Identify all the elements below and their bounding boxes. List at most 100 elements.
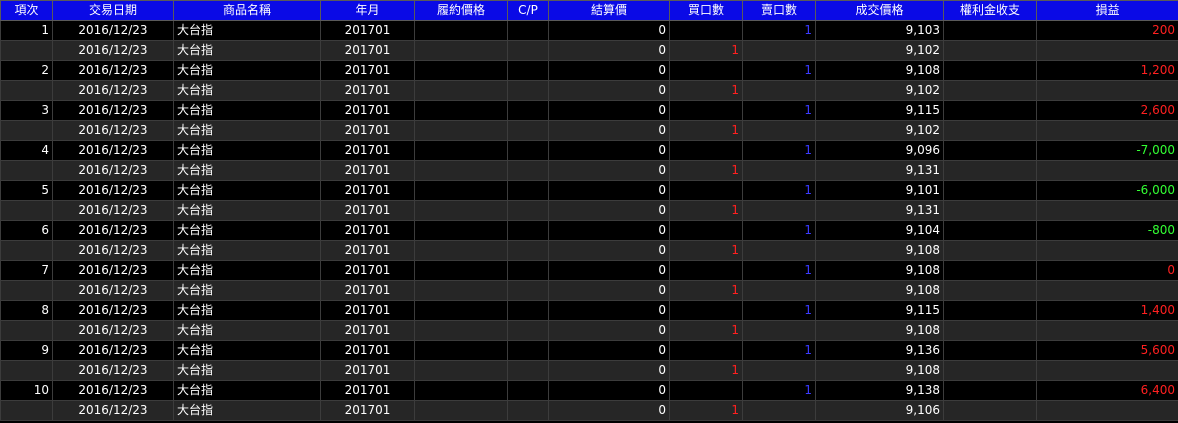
cell-trade-price: 9,096 <box>815 140 944 161</box>
cell-strike-price <box>414 280 508 301</box>
cell-product-name: 大台指 <box>173 20 321 41</box>
cell-call-put <box>507 60 549 81</box>
cell-trade-price: 9,108 <box>815 60 944 81</box>
cell-sell-qty: 1 <box>742 60 816 81</box>
column-header-strike-price[interactable]: 履約價格 <box>414 0 508 21</box>
cell-profit-loss <box>1036 40 1178 61</box>
table-row[interactable]: 1 2016/12/23 大台指 201701 0 1 9,103 200 <box>0 20 1178 41</box>
cell-sell-qty <box>742 200 816 221</box>
cell-premium <box>943 200 1037 221</box>
cell-buy-qty: 1 <box>669 40 743 61</box>
cell-trade-price: 9,108 <box>815 240 944 261</box>
cell-sell-qty: 1 <box>742 140 816 161</box>
cell-settlement-price: 0 <box>548 80 670 101</box>
table-row[interactable]: 2016/12/23 大台指 201701 0 1 9,108 <box>0 240 1178 261</box>
cell-product-name: 大台指 <box>173 320 321 341</box>
table-row[interactable]: 6 2016/12/23 大台指 201701 0 1 9,104 -800 <box>0 220 1178 241</box>
cell-call-put <box>507 240 549 261</box>
column-header-trade-price[interactable]: 成交價格 <box>815 0 944 21</box>
cell-product-name: 大台指 <box>173 80 321 101</box>
cell-premium <box>943 280 1037 301</box>
cell-settlement-price: 0 <box>548 280 670 301</box>
table-row[interactable]: 2016/12/23 大台指 201701 0 1 9,102 <box>0 120 1178 141</box>
cell-contract-month: 201701 <box>320 40 415 61</box>
cell-trade-date: 2016/12/23 <box>52 240 174 261</box>
column-header-index[interactable]: 項次 <box>0 0 53 21</box>
cell-profit-loss: 2,600 <box>1036 100 1178 121</box>
cell-profit-loss: -6,000 <box>1036 180 1178 201</box>
cell-trade-price: 9,102 <box>815 120 944 141</box>
cell-trade-date: 2016/12/23 <box>52 380 174 401</box>
cell-index <box>0 160 53 181</box>
cell-product-name: 大台指 <box>173 160 321 181</box>
cell-strike-price <box>414 80 508 101</box>
column-header-buy-qty[interactable]: 買口數 <box>669 0 743 21</box>
cell-profit-loss <box>1036 80 1178 101</box>
cell-profit-loss <box>1036 360 1178 381</box>
cell-strike-price <box>414 120 508 141</box>
table-row[interactable]: 7 2016/12/23 大台指 201701 0 1 9,108 0 <box>0 260 1178 281</box>
cell-trade-price: 9,101 <box>815 180 944 201</box>
cell-profit-loss: 1,400 <box>1036 300 1178 321</box>
column-header-sell-qty[interactable]: 賣口數 <box>742 0 816 21</box>
cell-trade-price: 9,102 <box>815 40 944 61</box>
cell-trade-price: 9,103 <box>815 20 944 41</box>
cell-strike-price <box>414 260 508 281</box>
table-row[interactable]: 8 2016/12/23 大台指 201701 0 1 9,115 1,400 <box>0 300 1178 321</box>
cell-contract-month: 201701 <box>320 260 415 281</box>
cell-index: 3 <box>0 100 53 121</box>
table-row[interactable]: 2016/12/23 大台指 201701 0 1 9,102 <box>0 40 1178 61</box>
cell-settlement-price: 0 <box>548 380 670 401</box>
cell-index: 4 <box>0 140 53 161</box>
column-header-contract-month[interactable]: 年月 <box>320 0 415 21</box>
cell-strike-price <box>414 160 508 181</box>
cell-trade-date: 2016/12/23 <box>52 180 174 201</box>
cell-trade-price: 9,136 <box>815 340 944 361</box>
cell-contract-month: 201701 <box>320 60 415 81</box>
cell-sell-qty: 1 <box>742 340 816 361</box>
column-header-profit-loss[interactable]: 損益 <box>1036 0 1178 21</box>
table-row[interactable]: 2 2016/12/23 大台指 201701 0 1 9,108 1,200 <box>0 60 1178 81</box>
cell-index <box>0 320 53 341</box>
cell-premium <box>943 180 1037 201</box>
cell-sell-qty <box>742 160 816 181</box>
cell-profit-loss <box>1036 240 1178 261</box>
cell-premium <box>943 300 1037 321</box>
cell-strike-price <box>414 400 508 421</box>
column-header-settlement-price[interactable]: 結算價 <box>548 0 670 21</box>
cell-call-put <box>507 200 549 221</box>
table-row[interactable]: 2016/12/23 大台指 201701 0 1 9,131 <box>0 200 1178 221</box>
table-row[interactable]: 2016/12/23 大台指 201701 0 1 9,131 <box>0 160 1178 181</box>
cell-product-name: 大台指 <box>173 200 321 221</box>
table-row[interactable]: 2016/12/23 大台指 201701 0 1 9,106 <box>0 400 1178 421</box>
table-row[interactable]: 3 2016/12/23 大台指 201701 0 1 9,115 2,600 <box>0 100 1178 121</box>
table-row[interactable]: 2016/12/23 大台指 201701 0 1 9,108 <box>0 280 1178 301</box>
table-row[interactable]: 2016/12/23 大台指 201701 0 1 9,102 <box>0 80 1178 101</box>
cell-trade-date: 2016/12/23 <box>52 100 174 121</box>
cell-strike-price <box>414 220 508 241</box>
column-header-call-put[interactable]: C/P <box>507 0 549 21</box>
cell-call-put <box>507 360 549 381</box>
cell-settlement-price: 0 <box>548 160 670 181</box>
table-row[interactable]: 2016/12/23 大台指 201701 0 1 9,108 <box>0 320 1178 341</box>
cell-product-name: 大台指 <box>173 360 321 381</box>
column-header-premium[interactable]: 權利金收支 <box>943 0 1037 21</box>
cell-trade-date: 2016/12/23 <box>52 320 174 341</box>
cell-profit-loss: 0 <box>1036 260 1178 281</box>
table-row[interactable]: 10 2016/12/23 大台指 201701 0 1 9,138 6,400 <box>0 380 1178 401</box>
table-row[interactable]: 5 2016/12/23 大台指 201701 0 1 9,101 -6,000 <box>0 180 1178 201</box>
cell-index <box>0 200 53 221</box>
column-header-product-name[interactable]: 商品名稱 <box>173 0 321 21</box>
column-header-trade-date[interactable]: 交易日期 <box>52 0 174 21</box>
cell-trade-date: 2016/12/23 <box>52 120 174 141</box>
table-row[interactable]: 2016/12/23 大台指 201701 0 1 9,108 <box>0 360 1178 381</box>
cell-index <box>0 360 53 381</box>
cell-profit-loss: -800 <box>1036 220 1178 241</box>
cell-product-name: 大台指 <box>173 120 321 141</box>
cell-trade-price: 9,106 <box>815 400 944 421</box>
cell-contract-month: 201701 <box>320 100 415 121</box>
table-row[interactable]: 4 2016/12/23 大台指 201701 0 1 9,096 -7,000 <box>0 140 1178 161</box>
cell-buy-qty <box>669 140 743 161</box>
cell-call-put <box>507 140 549 161</box>
table-row[interactable]: 9 2016/12/23 大台指 201701 0 1 9,136 5,600 <box>0 340 1178 361</box>
